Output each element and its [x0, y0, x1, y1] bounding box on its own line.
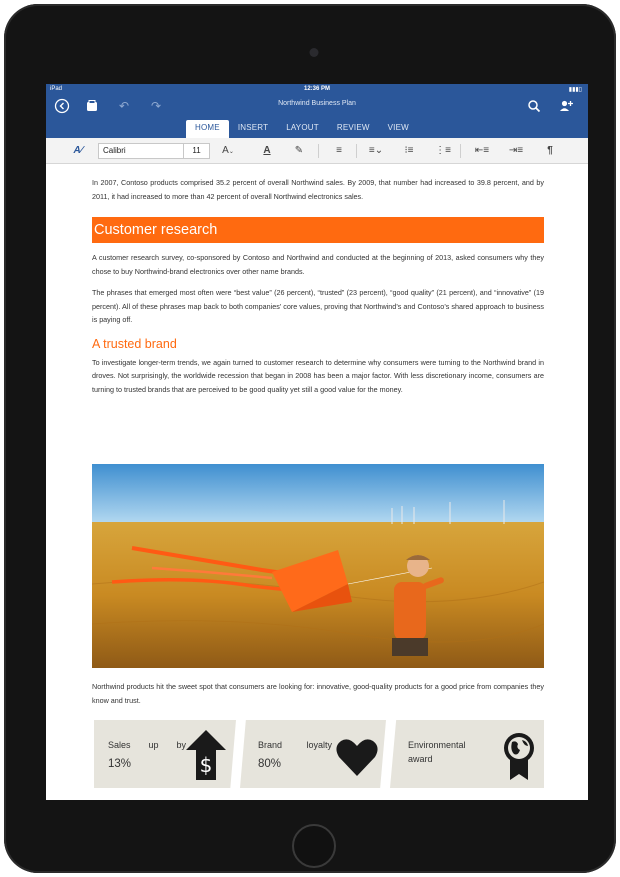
globe-ribbon-award-icon — [502, 732, 536, 785]
status-time: 12:36 PM — [303, 86, 330, 92]
word-app-screen: iPad 12:36 PM ▮▮▮▯ Northwind Business Pl… — [46, 84, 588, 800]
undo-icon[interactable]: ↶ — [116, 98, 132, 114]
survey-paragraph: A customer research survey, co-sponsored… — [92, 253, 544, 276]
decrease-indent-icon[interactable]: ⇤≡ — [472, 143, 492, 159]
sales-value: 13% — [108, 758, 132, 770]
phrases-paragraph: The phrases that emerged most often were… — [92, 288, 544, 324]
formatting-toolbar: A∕ Calibri 11 A⌄ A ✎ ≡ ≡⌄ ⁝≡ ⋮≡ ⇤≡ ⇥≡ ¶ — [46, 138, 588, 164]
environmental-award-tile: Environmental award — [390, 720, 544, 788]
caption-paragraph: Northwind products hit the sweet spot th… — [92, 682, 544, 705]
intro-paragraph: In 2007, Contoso products comprised 35.2… — [92, 178, 544, 201]
redo-icon[interactable]: ↷ — [148, 98, 164, 114]
back-icon[interactable] — [54, 98, 70, 114]
paragraph-marks-icon[interactable]: ¶ — [542, 143, 558, 159]
document-page: In 2007, Contoso products comprised 35.2… — [92, 176, 544, 396]
increase-indent-icon[interactable]: ⇥≡ — [506, 143, 526, 159]
ribbon-header: iPad 12:36 PM ▮▮▮▯ Northwind Business Pl… — [46, 84, 588, 138]
ribbon-tabs: HOME INSERT LAYOUT REVIEW VIEW — [186, 120, 418, 138]
heart-icon — [336, 738, 378, 781]
share-add-user-icon[interactable] — [558, 98, 574, 114]
customer-research-heading: Customer research — [92, 217, 544, 243]
svg-text:$: $ — [200, 753, 213, 777]
dollar-up-arrow-icon: $ — [186, 730, 226, 785]
text-styles-icon[interactable]: A∕ — [68, 143, 88, 159]
tab-layout[interactable]: LAYOUT — [277, 120, 328, 138]
sales-label: Sales up by — [108, 740, 186, 750]
tab-insert[interactable]: INSERT — [229, 120, 277, 138]
highlight-icon[interactable]: ✎ — [290, 143, 308, 159]
brand-loyalty-tile: Brand loyalty 80% — [240, 720, 386, 788]
font-color-icon[interactable]: A — [258, 143, 276, 159]
toolbar-divider — [460, 144, 461, 158]
brand-loyalty-label: Brand loyalty — [258, 740, 332, 750]
front-camera — [309, 48, 319, 57]
search-icon[interactable] — [526, 98, 542, 114]
tab-home[interactable]: HOME — [186, 120, 229, 138]
font-size-field[interactable]: 11 — [184, 143, 210, 159]
numbered-list-icon[interactable]: ⋮≡ — [434, 143, 452, 159]
align-options-icon[interactable]: ≡⌄ — [366, 143, 386, 159]
trusted-paragraph: To investigate longer-term trends, we ag… — [92, 357, 544, 394]
info-tiles: Sales up by 13% $ Brand loyalty 80% Envi… — [94, 720, 544, 788]
battery-indicator: ▮▮▮▯ — [568, 87, 582, 93]
sales-tile: Sales up by 13% $ — [94, 720, 236, 788]
brand-loyalty-value: 80% — [258, 758, 282, 770]
toolbar-divider — [318, 144, 319, 158]
align-left-icon[interactable]: ≡ — [330, 143, 348, 159]
tab-view[interactable]: VIEW — [379, 120, 418, 138]
bullet-list-icon[interactable]: ⁝≡ — [400, 143, 418, 159]
tab-review[interactable]: REVIEW — [328, 120, 379, 138]
kite-field-photo — [92, 464, 544, 668]
font-name-field[interactable]: Calibri — [98, 143, 184, 159]
home-button[interactable] — [292, 824, 336, 868]
toolbar-divider — [356, 144, 357, 158]
environmental-award-label: Environmental award — [408, 740, 466, 764]
clear-formatting-icon[interactable]: A⌄ — [218, 143, 238, 159]
file-menu-icon[interactable] — [84, 98, 100, 114]
trusted-brand-heading: A trusted brand — [92, 336, 177, 351]
